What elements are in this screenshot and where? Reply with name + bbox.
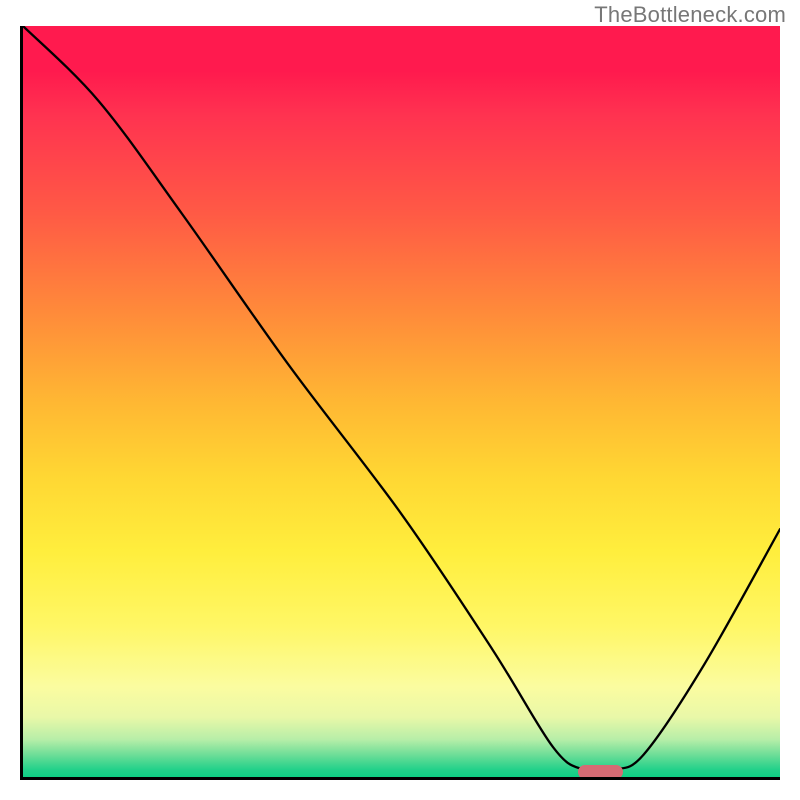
chart-canvas: TheBottleneck.com [0, 0, 800, 800]
plot-area [20, 26, 780, 780]
watermark-text: TheBottleneck.com [594, 2, 786, 28]
optimal-marker [578, 765, 624, 779]
bottleneck-curve [23, 26, 780, 777]
